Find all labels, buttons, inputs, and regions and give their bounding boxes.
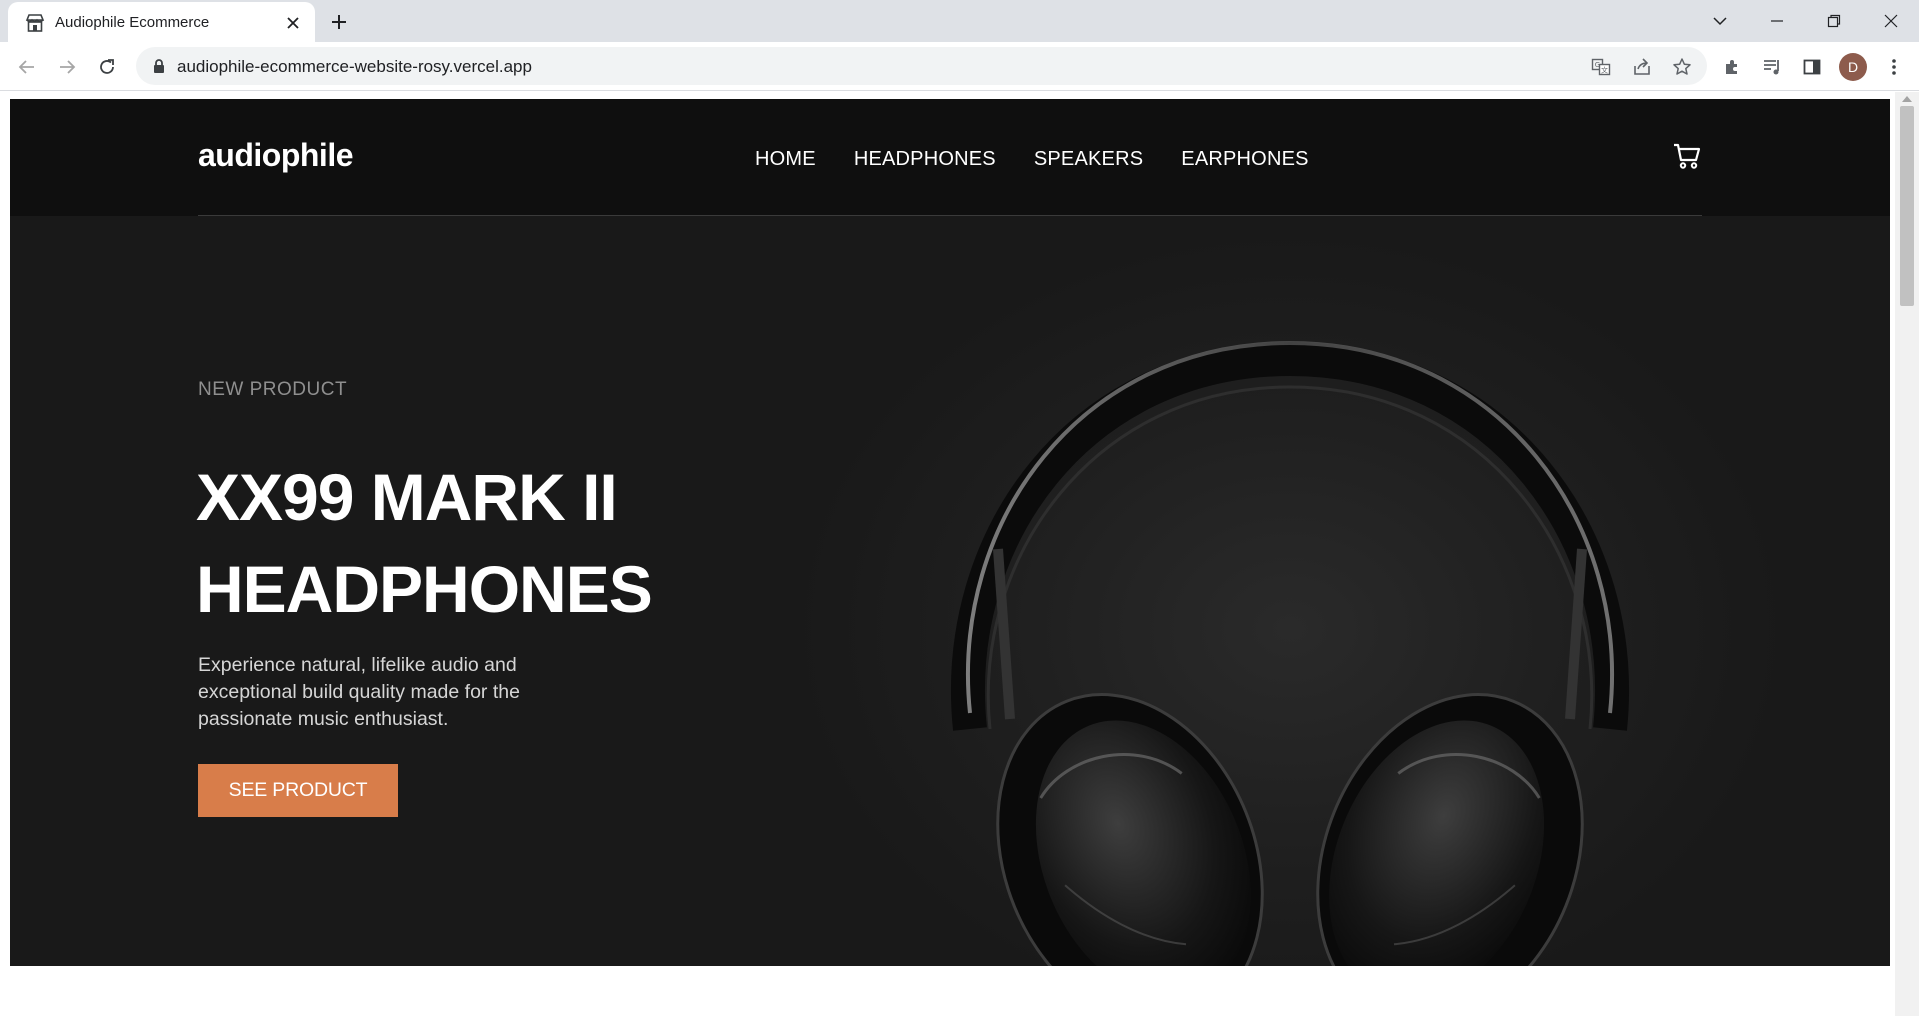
bookmark-star-icon[interactable] — [1668, 53, 1696, 81]
menu-kebab-icon[interactable] — [1877, 50, 1911, 84]
hero-overline: NEW PRODUCT — [198, 379, 348, 400]
url-text[interactable]: audiophile-ecommerce-website-rosy.vercel… — [177, 57, 532, 77]
headphones-image — [951, 340, 1629, 966]
site-logo[interactable]: audiophile — [198, 137, 354, 174]
see-product-button[interactable]: SEE PRODUCT — [198, 764, 398, 817]
close-window-icon[interactable] — [1873, 4, 1909, 38]
extensions-icon[interactable] — [1715, 50, 1749, 84]
lock-icon[interactable] — [150, 57, 168, 75]
hero-section: audiophile HOME HEADPHONES SPEAKERS EARP… — [10, 99, 1890, 966]
new-tab-icon[interactable] — [326, 9, 352, 35]
nav-headphones[interactable]: HEADPHONES — [854, 148, 996, 171]
tab-title: Audiophile Ecommerce — [55, 14, 210, 31]
store-icon — [24, 12, 46, 34]
reload-icon[interactable] — [90, 50, 124, 84]
main-nav: HOME HEADPHONES SPEAKERS EARPHONES — [755, 148, 1309, 171]
share-icon[interactable] — [1628, 53, 1656, 81]
hero-description: Experience natural, lifelike audio and e… — [198, 654, 520, 730]
cart-icon[interactable] — [1672, 141, 1702, 171]
minimize-icon[interactable] — [1759, 4, 1795, 38]
restore-icon[interactable] — [1816, 4, 1852, 38]
side-panel-icon[interactable] — [1795, 50, 1829, 84]
svg-text:G: G — [1595, 61, 1600, 69]
media-control-icon[interactable] — [1755, 50, 1789, 84]
nav-earphones[interactable]: EARPHONES — [1181, 148, 1308, 171]
browser-tabstrip: Audiophile Ecommerce — [0, 0, 1919, 42]
site-header: audiophile HOME HEADPHONES SPEAKERS EARP… — [10, 99, 1890, 216]
page-viewport: audiophile HOME HEADPHONES SPEAKERS EARP… — [0, 92, 1919, 1016]
hero-title: XX99 MARK II HEADPHONES — [196, 451, 756, 635]
header-divider — [198, 215, 1702, 216]
svg-text:文: 文 — [1601, 66, 1608, 75]
scrollbar-thumb[interactable] — [1900, 106, 1914, 306]
profile-avatar[interactable]: D — [1839, 53, 1867, 81]
browser-tab[interactable]: Audiophile Ecommerce — [8, 2, 315, 42]
translate-icon[interactable]: 文G — [1587, 53, 1615, 81]
close-tab-icon[interactable] — [282, 12, 304, 34]
forward-icon[interactable] — [50, 50, 84, 84]
scroll-up-icon[interactable] — [1902, 96, 1912, 102]
nav-speakers[interactable]: SPEAKERS — [1034, 148, 1143, 171]
scrollbar[interactable] — [1895, 92, 1919, 1016]
hero-title-line-2: HEADPHONES — [196, 552, 653, 626]
back-icon[interactable] — [10, 50, 44, 84]
address-bar[interactable]: audiophile-ecommerce-website-rosy.vercel… — [136, 47, 1707, 85]
tab-search-icon[interactable] — [1702, 4, 1738, 38]
nav-home[interactable]: HOME — [755, 148, 816, 171]
browser-toolbar: audiophile-ecommerce-website-rosy.vercel… — [0, 42, 1919, 91]
hero-title-line-1: XX99 MARK II — [196, 460, 618, 534]
